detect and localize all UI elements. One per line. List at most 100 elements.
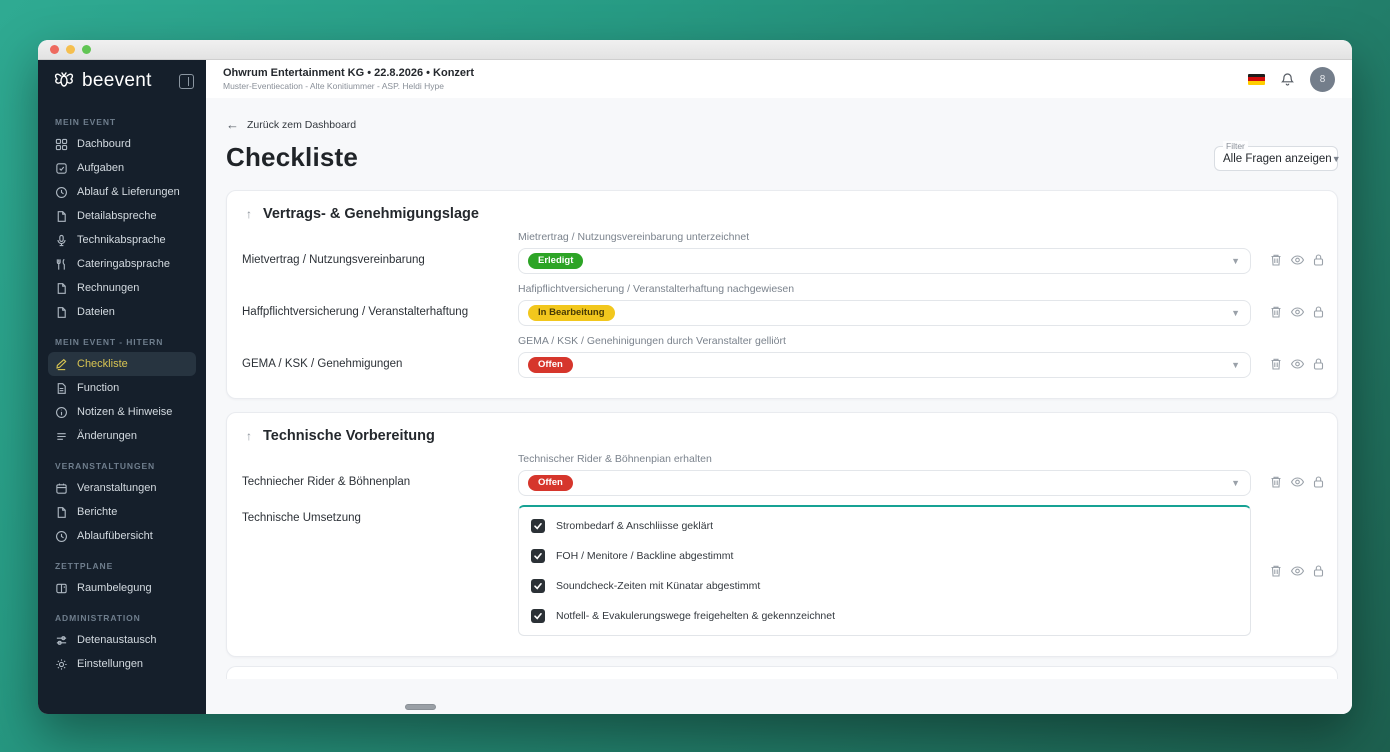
question-label: Technischer Rider & Böhnenpian erhalten [518,453,712,465]
sidebar-item-schedule[interactable]: Ablauf & Lieferungen [48,180,196,204]
back-link[interactable]: ← Zurück zem Dashboard [226,117,356,132]
sidebar-item-label: Berichte [77,506,118,518]
notifications-bell-icon[interactable] [1280,72,1295,87]
main-content: ← Zurück zem Dashboard Checkliste Filter… [206,98,1352,714]
sidebar-item-files[interactable]: Dateien [48,300,196,324]
question-label: Hafipflichtversicherung / Veranstalterha… [518,283,795,295]
row-label: Mietvertrag / Nutzungsvereinbarung [242,254,425,266]
sidebar-item-label: Dateien [77,306,115,318]
zoom-window-button[interactable] [82,45,91,54]
sidebar-item-label: Technikabsprache [77,234,166,246]
checklist-row: Technische Umsetzung Strombedarf & Ansch… [242,505,1327,636]
sidebar-item-data-exchange[interactable]: Detenaustausch [48,628,196,652]
lock-icon[interactable] [1312,253,1325,267]
sidebar-item-events[interactable]: Veranstaltungen [48,476,196,500]
clock-icon [56,530,67,542]
document-icon [57,506,66,518]
sidebar-item-checkliste[interactable]: Checkliste [48,352,196,376]
checkbox-checked[interactable] [531,549,545,563]
delete-icon[interactable] [1269,564,1283,578]
sidebar-item-catering[interactable]: Cateringabsprache [48,252,196,276]
microphone-icon [57,234,66,246]
app-logo[interactable]: beevent [52,70,152,92]
checklist-pen-icon [56,358,67,370]
event-title: Ohwrum Entertainment KG • 22.8.2026 • Ko… [223,67,474,79]
section-collapse-header[interactable]: ↑ Technische Vorbereitung [242,428,1327,444]
sidebar-item-label: Einstellungen [77,658,144,670]
status-select[interactable]: In Bearbeitung ▼ [518,300,1251,326]
delete-icon[interactable] [1269,253,1283,267]
chevron-down-icon: ▼ [1231,308,1240,318]
delete-icon[interactable] [1269,357,1283,371]
row-label: Techniecher Rider & Böhnenplan [242,476,411,488]
sidebar-item-label: Veranstaltungen [77,482,157,494]
eye-icon[interactable] [1290,564,1305,578]
sidebar-item-changes[interactable]: Änderungen [48,424,196,448]
delete-icon[interactable] [1269,305,1283,319]
list-icon [57,432,66,440]
sidebar: beevent MEIN EVENT Dachbourd Aufgaben Ab… [38,60,206,714]
page-title: Checkliste [226,142,359,172]
sidebar-item-label: Aufgaben [77,162,125,174]
question-label: Mietrertrag / Nutzungsvereinbarung unter… [518,231,750,243]
sidebar-item-reports[interactable]: Berichte [48,500,196,524]
status-select[interactable]: Erledigt ▼ [518,248,1251,274]
checkbox-checked[interactable] [531,609,545,623]
back-link-label: Zurück zem Dashboard [247,118,357,131]
checkbox-checked[interactable] [531,519,545,533]
checkbox-item: Notfell- & Evakulerungswege freigehelten… [519,601,1250,631]
checkbox-checked[interactable] [531,579,545,593]
sidebar-item-rooms[interactable]: Raumbelegung [48,576,196,600]
delete-icon[interactable] [1269,475,1283,489]
desktop-background: beevent MEIN EVENT Dachbourd Aufgaben Ab… [0,0,1390,752]
tasks-icon [56,162,67,174]
minimize-window-button[interactable] [66,45,75,54]
checkbox-label: FOH / Menitore / Backline abgestimmt [556,550,734,562]
status-badge: In Bearbeitung [528,305,615,321]
eye-icon[interactable] [1290,357,1305,371]
dashboard-icon [55,138,68,150]
sidebar-item-details[interactable]: Detailabspreche [48,204,196,228]
german-flag-icon[interactable] [1248,73,1265,85]
sidebar-item-dashboard[interactable]: Dachbourd [48,132,196,156]
lock-icon[interactable] [1312,305,1325,319]
lock-icon[interactable] [1312,564,1325,578]
status-select[interactable]: Offen ▼ [518,470,1251,496]
sidebar-item-label: Detenaustausch [77,634,157,646]
lock-icon[interactable] [1312,475,1325,489]
sidebar-item-label: Checkliste [77,358,128,370]
checklist-row: Techniecher Rider & Böhnenplan Technisch… [242,453,1327,496]
horizontal-scrollbar-thumb[interactable] [405,704,436,710]
lock-icon[interactable] [1312,357,1325,371]
eye-icon[interactable] [1290,305,1305,319]
sidebar-toggle-icon[interactable] [179,73,194,89]
sidebar-item-overview[interactable]: Ablaufübersicht [48,524,196,548]
sidebar-item-label: Ablauf & Lieferungen [77,186,180,198]
filter-dropdown[interactable]: Filter Alle Fragen anzeigen ▼ [1214,141,1341,171]
section-title: Technische Vorbereitung [263,428,435,444]
sidebar-item-invoices[interactable]: Rechnungen [48,276,196,300]
bee-icon [54,72,74,87]
avatar[interactable]: 8 [1310,66,1335,92]
sidebar-item-tasks[interactable]: Aufgaben [48,156,196,180]
sidebar-item-label: Cateringabsprache [77,258,170,270]
eye-icon[interactable] [1290,253,1305,267]
checklist-row: Haffpflichtversicherung / Veranstalterha… [242,283,1327,326]
sidebar-item-technik[interactable]: Technikabsprache [48,228,196,252]
checklist-section-card: ↑ Technische Vorbereitung Techniecher Ri… [226,412,1338,657]
sidebar-item-settings[interactable]: Einstellungen [48,652,196,676]
sidebar-item-label: Detailabspreche [77,210,157,222]
catering-icon [56,258,65,270]
sidebar-item-function[interactable]: Function [48,376,196,400]
question-label: GEMA / KSK / Genehinigungen durch Verans… [518,335,786,347]
checkbox-panel: Strombedarf & Anschliisse geklärt FOH / … [518,505,1251,636]
sidebar-section-label: MEIN EVENT [55,117,116,127]
eye-icon[interactable] [1290,475,1305,489]
collapse-arrow-icon: ↑ [246,207,252,221]
section-collapse-header[interactable]: ↑ Vertrags- & Genehmigungslage [242,206,1327,222]
close-window-button[interactable] [50,45,59,54]
status-badge: Offen [528,357,573,373]
sidebar-item-label: Notizen & Hinweise [77,406,173,418]
sidebar-item-notes[interactable]: Notizen & Hinweise [48,400,196,424]
status-select[interactable]: Offen ▼ [518,352,1251,378]
